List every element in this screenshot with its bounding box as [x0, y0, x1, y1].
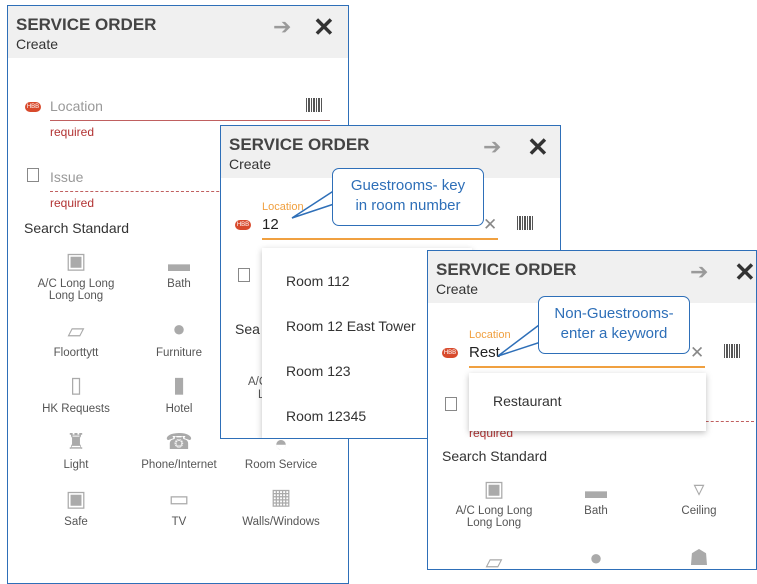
category-label: A/C Long Long Long Long — [455, 505, 533, 529]
clipboard-icon: ▯ — [69, 372, 83, 397]
category-label: Bath — [584, 505, 608, 517]
ac-icon: ▣ — [65, 248, 87, 273]
panel-subtitle: Create — [16, 36, 59, 52]
armchair-icon: ● — [589, 545, 603, 570]
category-label: Ceiling — [681, 505, 717, 517]
close-icon[interactable]: ✕ — [313, 12, 335, 43]
suggestion-item[interactable]: Room 123 — [286, 363, 351, 379]
close-icon[interactable]: ✕ — [527, 132, 549, 163]
bathtub-icon: ▬ — [168, 251, 190, 276]
floor-icon: ▱ — [485, 549, 503, 570]
suggestion-item[interactable]: Room 112 — [286, 273, 350, 289]
category-label: Safe — [64, 516, 88, 528]
barcode-icon[interactable] — [517, 216, 533, 230]
floor-icon: ▱ — [67, 318, 85, 343]
document-icon — [445, 397, 457, 411]
document-icon — [27, 168, 39, 182]
category-label: Light — [63, 459, 89, 471]
callout-guestrooms: Guestrooms- key in room number — [332, 168, 484, 226]
location-underline — [50, 120, 330, 122]
location-pin-icon: HBB — [235, 220, 251, 230]
clear-icon[interactable]: ✕ — [690, 343, 704, 363]
ceiling-icon: ▿ — [693, 476, 705, 501]
category-label: Hotel — [165, 403, 193, 415]
location-pin-icon: HBB — [25, 102, 41, 112]
panel-header: SERVICE ORDER Create ➔ ✕ — [8, 6, 348, 58]
ac-icon: ▣ — [483, 476, 505, 501]
panel-subtitle: Create — [436, 281, 479, 297]
close-icon[interactable]: ✕ — [734, 257, 756, 288]
panel-title: SERVICE ORDER — [16, 15, 157, 34]
suggestion-item[interactable]: Room 12 East Tower — [286, 318, 416, 334]
building-icon: ▮ — [172, 372, 186, 397]
panel-title: SERVICE ORDER — [436, 260, 577, 279]
bathtub-icon: ▬ — [585, 478, 607, 503]
category-label: Furniture — [155, 347, 203, 359]
forward-arrow-icon[interactable]: ➔ — [690, 259, 708, 285]
clear-icon[interactable]: ✕ — [483, 215, 497, 235]
location-pin-icon: HBB — [442, 348, 458, 358]
suggestion-item[interactable]: Room 12345 — [286, 408, 366, 424]
tv-icon: ▭ — [168, 486, 190, 511]
category-label: TV — [171, 516, 187, 528]
barcode-icon[interactable] — [306, 98, 322, 112]
location-input[interactable]: 12 — [262, 216, 279, 233]
location-input[interactable]: Location — [50, 98, 103, 114]
location-suggestions-dropdown: Restaurant — [469, 373, 706, 431]
location-required-text: required — [50, 125, 95, 139]
armchair-icon: ● — [172, 316, 186, 341]
forward-arrow-icon[interactable]: ➔ — [273, 14, 291, 40]
window-icon: ▦ — [270, 484, 292, 509]
location-underline — [262, 238, 498, 240]
lamp-icon: ♜ — [66, 429, 86, 454]
category-label: Room Service — [244, 459, 318, 471]
search-standard-label: Search Standard — [442, 448, 548, 464]
callout-non-guestrooms: Non-Guestrooms- enter a keyword — [538, 296, 690, 354]
issue-input[interactable]: Issue — [50, 169, 83, 185]
people-icon: ☗ — [689, 545, 709, 570]
forward-arrow-icon[interactable]: ➔ — [483, 134, 501, 160]
category-label: Floorttytt — [53, 347, 99, 359]
category-label: Phone/Internet — [141, 459, 217, 471]
search-standard-label: Search Standard — [24, 220, 130, 236]
panel-subtitle: Create — [229, 156, 272, 172]
panel-title: SERVICE ORDER — [229, 135, 370, 154]
location-underline — [469, 366, 705, 368]
barcode-icon[interactable] — [724, 344, 740, 358]
safe-icon: ▣ — [65, 486, 87, 511]
category-label: Walls/Windows — [242, 516, 320, 528]
issue-required-text: required — [50, 196, 95, 210]
category-label: HK Requests — [42, 403, 110, 415]
search-standard-fragment: Sea — [235, 321, 260, 337]
category-label: Bath — [167, 278, 191, 290]
document-icon — [238, 268, 250, 282]
suggestion-item[interactable]: Restaurant — [493, 393, 561, 409]
phone-icon: ☎ — [165, 429, 193, 454]
category-label: A/C Long Long Long Long — [37, 278, 115, 302]
